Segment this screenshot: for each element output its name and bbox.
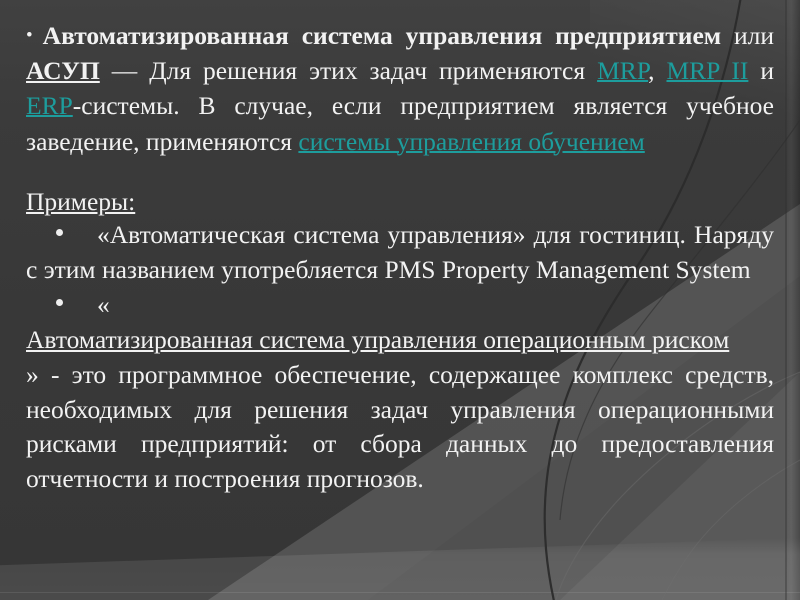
bullet-dot-icon (56, 228, 63, 236)
intro-heading: Автоматизированная система управления пр… (42, 21, 722, 50)
example-item-1-text: «Автоматическая система управления» для … (26, 219, 774, 284)
slide-content: • Автоматизированная система управления п… (0, 0, 800, 600)
intro-bullet-icon: • (26, 24, 33, 46)
link-learning-management-systems[interactable]: системы управления обучением (298, 127, 644, 156)
example-item-2-open-quote: « (97, 289, 110, 319)
link-erp[interactable]: ERP (26, 91, 73, 120)
link-operational-risk-system[interactable]: Автоматизированная система управления оп… (26, 325, 729, 354)
intro-text-before-asup: или (721, 21, 774, 50)
link-mrp[interactable]: MRP (597, 56, 648, 85)
intro-paragraph: • Автоматизированная система управления п… (26, 18, 774, 159)
intro-conjunction: и (748, 56, 774, 86)
example-item-2-description: » - это программное обеспечение, содержа… (26, 359, 774, 494)
intro-abbr-asup: АСУП (26, 56, 100, 86)
link-mrp-ii[interactable]: MRP II (666, 56, 748, 85)
examples-label: Примеры: (26, 186, 136, 216)
intro-text-after-asup: — Для решения этих задач применяются (99, 56, 598, 86)
presentation-slide: • Автоматизированная система управления п… (0, 0, 800, 600)
example-item-2-title: Автоматизированная система управления оп… (26, 323, 774, 358)
intro-comma: , (648, 56, 667, 86)
example-item-1: «Автоматическая система управления» для … (26, 218, 774, 288)
bullet-dot-icon (56, 298, 63, 306)
example-item-2-opening: « (26, 288, 774, 323)
